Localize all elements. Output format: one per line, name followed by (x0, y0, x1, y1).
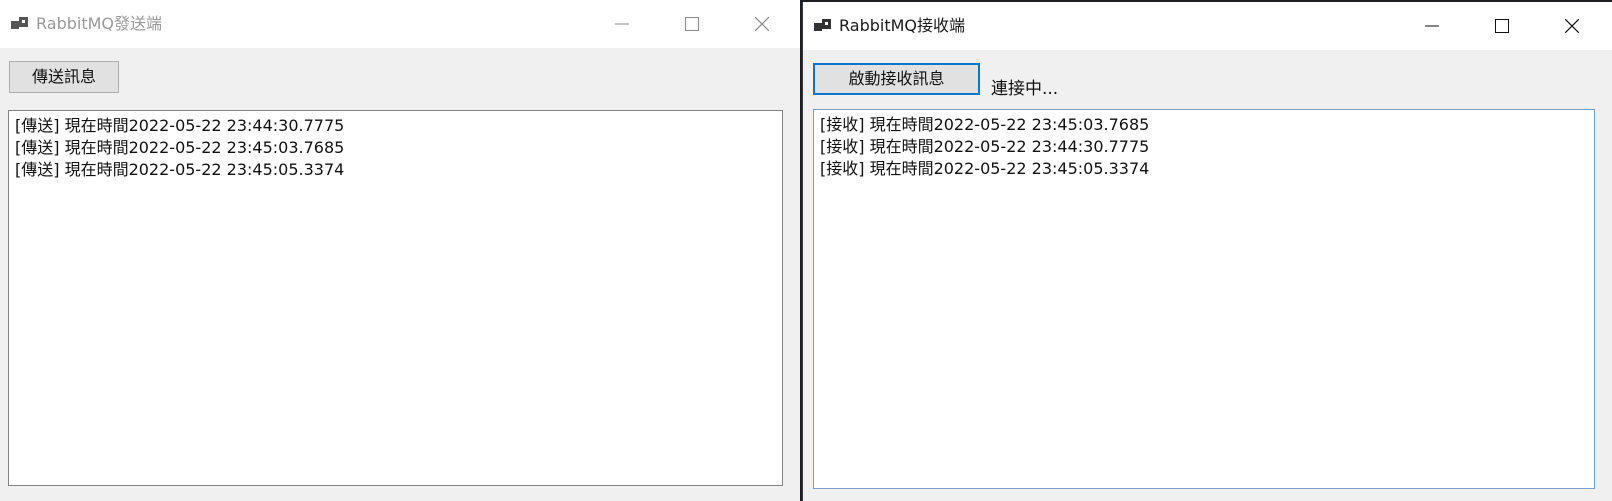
sender-window: RabbitMQ發送端 傳送訊息 [傳送] 現在時間2022-05-22 23:… (0, 0, 800, 501)
minimize-icon (1425, 25, 1439, 27)
maximize-button[interactable] (657, 0, 727, 48)
minimize-button[interactable] (1397, 2, 1467, 50)
list-item[interactable]: [接收] 現在時間2022-05-22 23:44:30.7775 (814, 136, 1149, 158)
list-item[interactable]: [接收] 現在時間2022-05-22 23:45:05.3374 (814, 158, 1149, 180)
send-message-button[interactable]: 傳送訊息 (9, 61, 119, 93)
receiver-title: RabbitMQ接收端 (839, 16, 966, 35)
connection-status: 連接中... (991, 79, 1059, 99)
receiver-window: RabbitMQ接收端 啟動接收訊息 連接中... [接收] 現在時間2022-… (802, 2, 1612, 501)
receiver-message-list[interactable]: [接收] 現在時間2022-05-22 23:45:03.7685 [接收] 現… (813, 109, 1595, 489)
sender-title: RabbitMQ發送端 (36, 14, 163, 33)
close-button[interactable] (727, 0, 797, 48)
list-item[interactable]: [傳送] 現在時間2022-05-22 23:45:03.7685 (9, 137, 344, 159)
maximize-button[interactable] (1467, 2, 1537, 50)
close-icon (755, 17, 769, 31)
list-item[interactable]: [接收] 現在時間2022-05-22 23:45:03.7685 (814, 114, 1149, 136)
list-item[interactable]: [傳送] 現在時間2022-05-22 23:45:05.3374 (9, 159, 344, 181)
sender-message-list[interactable]: [傳送] 現在時間2022-05-22 23:44:30.7775 [傳送] 現… (8, 110, 783, 486)
close-icon (1565, 19, 1579, 33)
minimize-button[interactable] (587, 0, 657, 48)
list-item[interactable]: [傳送] 現在時間2022-05-22 23:44:30.7775 (9, 115, 344, 137)
app-icon (814, 19, 831, 31)
close-button[interactable] (1537, 2, 1607, 50)
maximize-icon (685, 17, 699, 31)
receiver-titlebar[interactable]: RabbitMQ接收端 (803, 2, 1612, 50)
sender-titlebar[interactable]: RabbitMQ發送端 (0, 0, 800, 48)
minimize-icon (615, 23, 629, 25)
maximize-icon (1495, 19, 1509, 33)
start-receive-button[interactable]: 啟動接收訊息 (813, 63, 980, 95)
app-icon (11, 17, 28, 29)
